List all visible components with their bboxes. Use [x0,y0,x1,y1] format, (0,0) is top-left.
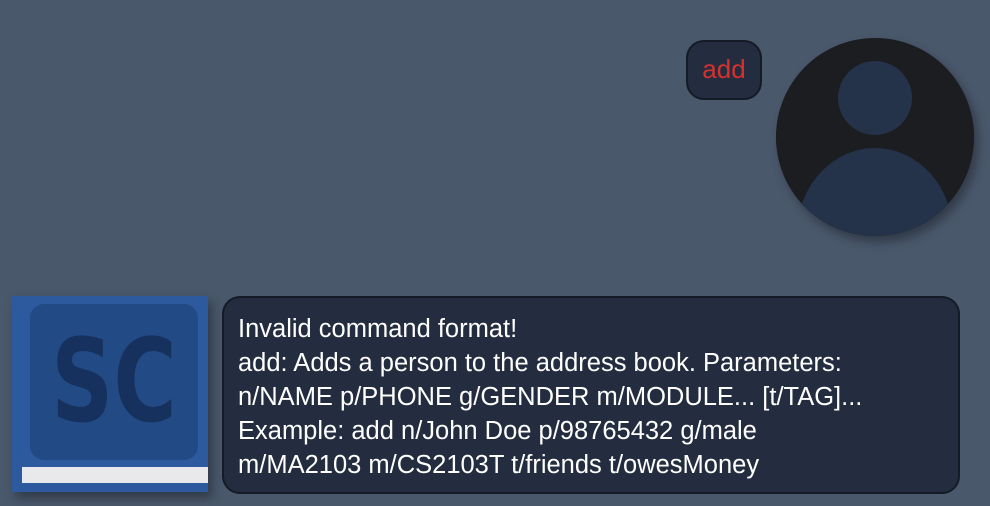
user-avatar [776,38,974,236]
bot-message-line: n/NAME p/PHONE g/GENDER m/MODULE... [t/T… [238,383,863,411]
bot-message-line: add: Adds a person to the address book. … [238,349,842,377]
user-silhouette-icon [776,38,974,236]
bot-avatar: SC [12,296,208,492]
bot-message-bubble: Invalid command format! add: Adds a pers… [222,296,960,494]
bot-message-line: Invalid command format! [238,315,518,343]
user-message-text: add [702,53,746,84]
bot-message-line: m/MA2103 m/CS2103T t/friends t/owesMoney [238,451,760,479]
bot-logo-text: SC [51,314,177,449]
user-message-bubble: add [686,40,762,100]
book-logo-icon: SC [12,296,208,492]
bot-message-line: Example: add n/John Doe p/98765432 g/mal… [238,417,757,445]
